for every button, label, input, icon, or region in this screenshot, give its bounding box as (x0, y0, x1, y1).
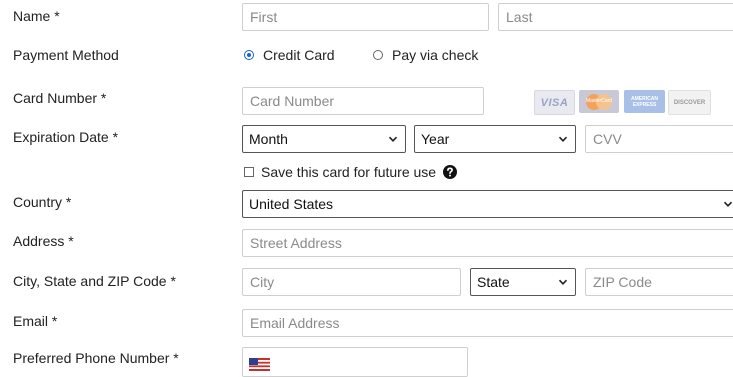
state-select-value: State (477, 274, 510, 290)
us-flag-icon[interactable] (249, 358, 270, 371)
year-select-value: Year (421, 131, 450, 147)
street-address-input[interactable] (242, 229, 733, 257)
credit-card-option-label: Credit Card (263, 47, 335, 63)
visa-logo-text: VISA (540, 96, 569, 109)
checkbox-icon (244, 167, 254, 177)
amex-logo: AMERICAN EXPRESS (624, 90, 665, 113)
chevron-down-icon (723, 201, 733, 207)
city-input[interactable] (242, 268, 461, 296)
save-card-checkbox[interactable]: Save this card for future use (244, 164, 458, 180)
month-select-value: Month (249, 131, 288, 147)
save-card-label: Save this card for future use (261, 164, 437, 180)
amex-logo-text: AMERICAN EXPRESS (631, 95, 658, 108)
help-icon[interactable] (443, 165, 458, 179)
discover-logo: DISCOVER (668, 90, 711, 115)
phone-input[interactable] (242, 347, 468, 377)
city-state-zip-label: City, State and ZIP Code * (13, 273, 176, 289)
zip-code-input[interactable] (585, 268, 733, 296)
email-input[interactable] (242, 309, 733, 337)
cvv-input[interactable] (585, 125, 733, 153)
mastercard-logo: MasterCard (579, 90, 619, 113)
chevron-down-icon (558, 136, 568, 142)
email-label: Email * (13, 313, 58, 329)
first-name-input[interactable] (242, 3, 489, 31)
chevron-down-icon (558, 279, 568, 285)
pay-via-check-radio[interactable]: Pay via check (373, 47, 478, 63)
chevron-down-icon (388, 136, 398, 142)
radio-selected-icon (244, 50, 254, 60)
credit-card-radio[interactable]: Credit Card (244, 47, 335, 63)
year-select[interactable]: Year (414, 125, 576, 153)
address-label: Address * (13, 233, 74, 249)
country-select[interactable]: United States (242, 190, 733, 218)
month-select[interactable]: Month (242, 125, 406, 153)
state-select[interactable]: State (470, 268, 576, 296)
pay-via-check-option-label: Pay via check (392, 47, 479, 63)
visa-logo: VISA (534, 90, 575, 115)
last-name-input[interactable] (498, 3, 733, 31)
mastercard-logo-text: MasterCard (585, 98, 613, 104)
country-label: Country * (13, 194, 72, 210)
payment-method-label: Payment Method (13, 47, 119, 63)
name-label: Name * (13, 8, 60, 24)
card-number-input[interactable] (242, 87, 484, 115)
expiration-date-label: Expiration Date * (13, 129, 119, 145)
card-number-label: Card Number * (13, 90, 107, 106)
country-select-value: United States (249, 196, 334, 212)
discover-logo-text: DISCOVER (673, 99, 706, 106)
radio-unselected-icon (373, 50, 383, 60)
phone-label: Preferred Phone Number * (13, 350, 179, 366)
